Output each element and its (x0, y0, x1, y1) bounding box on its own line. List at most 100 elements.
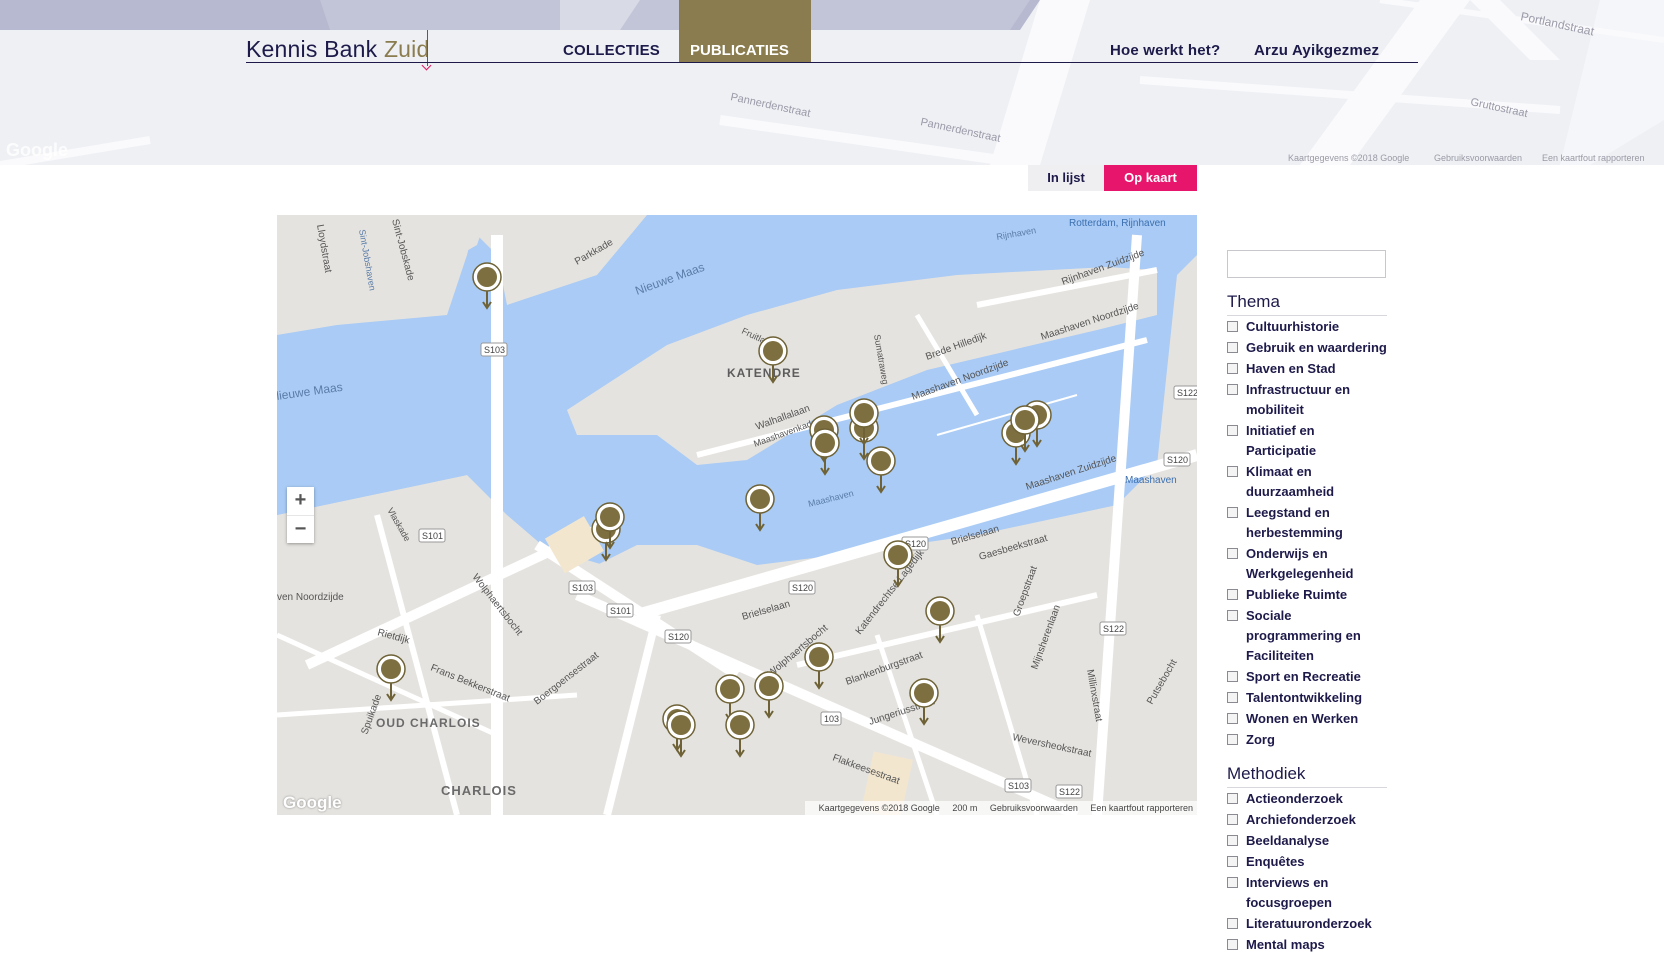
nav-publicaties-tab[interactable]: PUBLICATIES (679, 0, 811, 62)
map-badge-s120a: S120 (668, 632, 689, 642)
map-badge-s103b: S103 (572, 583, 593, 593)
methodiek-list: Actieonderzoek Archiefonderzoek Beeldanaly… (1227, 789, 1387, 955)
methodiek-filter-item[interactable]: Beeldanalyse (1227, 831, 1387, 851)
nav-user-link[interactable]: Arzu Ayikgezmez (1254, 42, 1379, 59)
filter-checkbox[interactable] (1227, 692, 1238, 703)
thema-filter-item[interactable]: Infrastructuur en mobiliteit (1227, 380, 1387, 420)
map-label-charlois: CHARLOIS (441, 783, 517, 798)
filter-checkbox[interactable] (1227, 856, 1238, 867)
map-badge-s101b: S101 (610, 606, 631, 616)
filter-search-input[interactable] (1227, 250, 1386, 278)
map-badge-s120b: S120 (792, 583, 813, 593)
view-list-button[interactable]: In lijst (1028, 165, 1104, 191)
map-google-logo: Google (283, 793, 342, 812)
hero-credit-terms[interactable]: Gebruiksvoorwaarden (1434, 153, 1522, 163)
filter-label: Klimaat en duurzaamheid (1246, 464, 1335, 499)
filter-checkbox[interactable] (1227, 466, 1238, 477)
filter-label: Haven en Stad (1246, 361, 1336, 376)
view-map-button[interactable]: Op kaart (1104, 165, 1197, 191)
logo-accent-text: Zuid (383, 36, 430, 62)
methodiek-filter-item[interactable]: Archiefonderzoek (1227, 810, 1387, 830)
filter-checkbox[interactable] (1227, 384, 1238, 395)
methodiek-filter-item[interactable]: Mental maps (1227, 935, 1387, 955)
thema-heading: Thema (1227, 292, 1387, 316)
map-credit-report[interactable]: Een kaartfout rapporteren (1090, 803, 1193, 813)
nav-hoe-werkt-het-link[interactable]: Hoe werkt het? (1110, 42, 1220, 59)
filter-checkbox[interactable] (1227, 671, 1238, 682)
thema-filter-item[interactable]: Klimaat en duurzaamheid (1227, 462, 1387, 502)
filter-checkbox[interactable] (1227, 321, 1238, 332)
filter-checkbox[interactable] (1227, 363, 1238, 374)
hero-map-background: Portlandstraat Pannerdenstraat Pannerden… (0, 0, 1664, 165)
thema-filter-item[interactable]: Gebruik en waardering (1227, 338, 1387, 358)
filter-label: Publieke Ruimte (1246, 587, 1348, 602)
map-badge-s120d: S120 (1167, 455, 1188, 465)
nav-underline (246, 62, 1418, 63)
map-badge-s101a: S101 (422, 531, 443, 541)
thema-filter-item[interactable]: Sociale programmering en Faciliteiten (1227, 606, 1387, 666)
hero-credit-report[interactable]: Een kaartfout rapporteren (1542, 153, 1645, 163)
thema-filter-item[interactable]: Onderwijs en Werkgelegenheid (1227, 544, 1387, 584)
hero-google-logo: Google (6, 140, 68, 160)
map-attribution: Kaartgegevens ©2018 Google 200 m Gebruik… (804, 801, 1197, 815)
zoom-out-button[interactable]: − (287, 515, 314, 544)
filter-checkbox[interactable] (1227, 939, 1238, 950)
filter-checkbox[interactable] (1227, 342, 1238, 353)
filter-label: Interviews en focusgroepen (1246, 875, 1332, 910)
thema-filter-item[interactable]: Wonen en Werken (1227, 709, 1387, 729)
map-badge-s103c: S103 (1008, 781, 1029, 791)
hero-map-banner: Portlandstraat Pannerdenstraat Pannerden… (0, 0, 1664, 165)
filter-checkbox[interactable] (1227, 425, 1238, 436)
map-label-katendrecht: KATENDRE (727, 366, 801, 380)
thema-filter-item[interactable]: Initiatief en Participatie (1227, 421, 1387, 461)
filter-checkbox[interactable] (1227, 814, 1238, 825)
thema-filter-item[interactable]: Leegstand en herbestemming (1227, 503, 1387, 543)
filter-checkbox[interactable] (1227, 589, 1238, 600)
thema-filter-item[interactable]: Haven en Stad (1227, 359, 1387, 379)
filter-label: Sociale programmering en Faciliteiten (1246, 608, 1361, 663)
thema-filter-item[interactable]: Talentontwikkeling (1227, 688, 1387, 708)
methodiek-heading: Methodiek (1227, 764, 1387, 788)
nav-collecties-link[interactable]: COLLECTIES (563, 42, 660, 59)
filter-label: Leegstand en herbestemming (1246, 505, 1343, 540)
filter-checkbox[interactable] (1227, 734, 1238, 745)
map-label-station-rijnhaven: Rotterdam, Rijnhaven (1069, 218, 1166, 229)
methodiek-filter-item[interactable]: Enquêtes (1227, 852, 1387, 872)
zoom-controls: + − (287, 487, 314, 543)
methodiek-filter-item[interactable]: Actieonderzoek (1227, 789, 1387, 809)
zoom-in-button[interactable]: + (287, 487, 314, 515)
filter-label: Zorg (1246, 732, 1275, 747)
filter-label: Sport en Recreatie (1246, 669, 1361, 684)
map-badge-s122a: S122 (1177, 388, 1197, 398)
methodiek-filter-item[interactable]: Interviews en focusgroepen (1227, 873, 1387, 913)
filter-checkbox[interactable] (1227, 610, 1238, 621)
filter-checkbox[interactable] (1227, 507, 1238, 518)
methodiek-filter-item[interactable]: Literatuuronderzoek (1227, 914, 1387, 934)
publications-map[interactable]: KATENDRE OUD CHARLOIS CHARLOIS Nieuwe Ma… (277, 215, 1197, 815)
thema-list: Cultuurhistorie Gebruik en waardering Have… (1227, 317, 1387, 750)
map-badge-s103a: S103 (484, 345, 505, 355)
filter-label: Mental maps (1246, 937, 1325, 952)
filter-label: Literatuuronderzoek (1246, 916, 1372, 931)
filter-checkbox[interactable] (1227, 713, 1238, 724)
hero-credit-data: Kaartgegevens ©2018 Google (1288, 153, 1410, 163)
map-credit-terms[interactable]: Gebruiksvoorwaarden (990, 803, 1078, 813)
site-logo[interactable]: Kennis Bank Zuid (246, 36, 429, 63)
thema-filter-item[interactable]: Cultuurhistorie (1227, 317, 1387, 337)
filter-checkbox[interactable] (1227, 877, 1238, 888)
filter-label: Talentontwikkeling (1246, 690, 1363, 705)
filter-label: Beeldanalyse (1246, 833, 1330, 848)
filter-checkbox[interactable] (1227, 835, 1238, 846)
logo-main-text: Kennis Bank (246, 36, 378, 62)
map-label-heven-nz: ven Noordzijde (277, 592, 344, 603)
map-badge-s122c: S122 (1059, 787, 1080, 797)
thema-filter-item[interactable]: Zorg (1227, 730, 1387, 750)
filter-label: Archiefonderzoek (1246, 812, 1356, 827)
map-label-station-maashaven: Maashaven (1125, 475, 1177, 486)
filter-checkbox[interactable] (1227, 793, 1238, 804)
thema-filter-item[interactable]: Publieke Ruimte (1227, 585, 1387, 605)
filter-checkbox[interactable] (1227, 918, 1238, 929)
filter-checkbox[interactable] (1227, 548, 1238, 559)
thema-filter-item[interactable]: Sport en Recreatie (1227, 667, 1387, 687)
map-badge-s103d: 103 (824, 714, 839, 724)
